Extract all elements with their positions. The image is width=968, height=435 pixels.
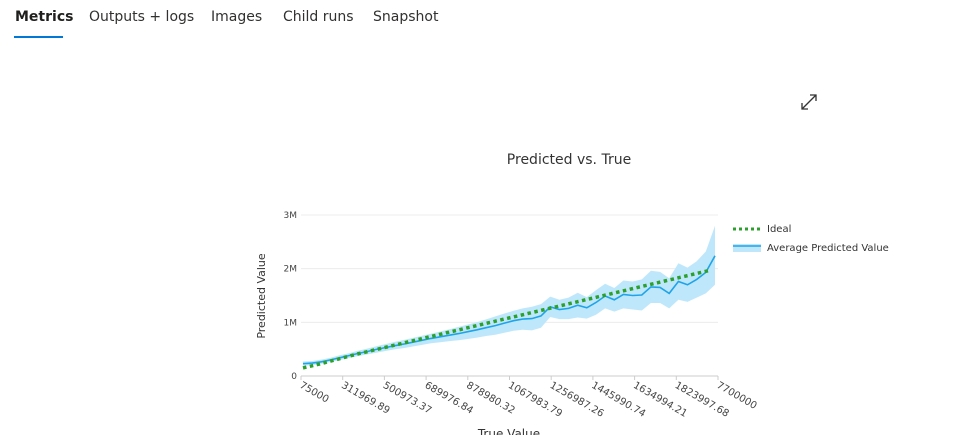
chart-legend: Ideal Average Predicted Value xyxy=(733,224,889,254)
legend-ideal-label[interactable]: Ideal xyxy=(767,224,791,235)
chart-title: Predicted vs. True xyxy=(507,152,631,168)
y-tick-label: 0 xyxy=(291,372,297,382)
legend-predicted-label[interactable]: Average Predicted Value xyxy=(767,243,889,254)
predicted-vs-true-chart: Predicted vs. True 01M2M3M 75000 311969.8… xyxy=(255,152,889,435)
y-tick-label: 1M xyxy=(284,318,298,328)
y-tick-label: 3M xyxy=(284,211,298,221)
predicted-confidence-band xyxy=(303,225,715,366)
y-axis-label: Predicted Value xyxy=(255,253,268,339)
x-axis-label: True Value xyxy=(477,427,540,435)
x-tick-label: 75000 xyxy=(298,380,331,405)
y-tick-label: 2M xyxy=(284,265,298,275)
